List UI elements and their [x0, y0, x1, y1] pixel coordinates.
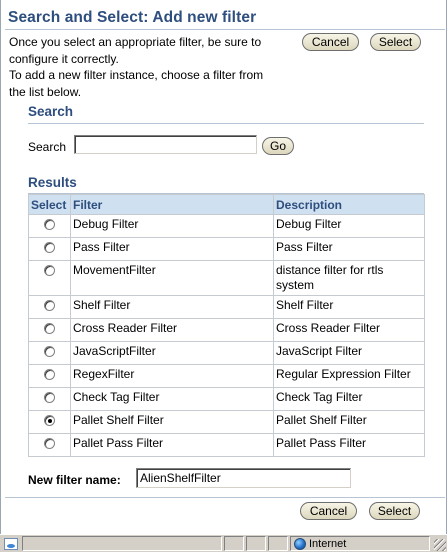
dialog-frame: Search and Select: Add new filter Once y…	[0, 0, 447, 534]
filter-description-cell: distance filter for rtls system	[273, 260, 425, 296]
table-row: RegexFilter Regular Expression Filter	[28, 364, 425, 388]
title-divider	[5, 29, 445, 30]
filter-radio[interactable]	[44, 265, 55, 276]
select-cell	[28, 410, 71, 434]
select-cell	[28, 237, 71, 261]
filter-description-cell: Check Tag Filter	[273, 387, 425, 411]
status-text-cell	[22, 536, 222, 551]
table-row: Debug Filter Debug Filter	[28, 214, 425, 238]
table-header-row: Select Filter Description	[28, 194, 425, 215]
status-bar: Internet	[0, 534, 447, 552]
resize-grip-icon[interactable]	[434, 539, 446, 551]
filter-name-cell: MovementFilter	[70, 260, 274, 296]
bottom-divider	[5, 497, 445, 498]
select-cell	[28, 214, 71, 238]
results-table: Select Filter Description Debug Filter De…	[28, 194, 425, 457]
filter-radio[interactable]	[44, 300, 55, 311]
results-body: Debug Filter Debug Filter Pass Filter Pass …	[28, 214, 425, 457]
table-row: Shelf Filter Shelf Filter	[28, 295, 425, 319]
filter-name-cell: Cross Reader Filter	[70, 318, 274, 342]
filter-radio[interactable]	[44, 392, 55, 403]
status-cell	[246, 536, 266, 551]
filter-name-cell: Check Tag Filter	[70, 387, 274, 411]
filter-description-cell: Pallet Shelf Filter	[273, 410, 425, 434]
column-header-description: Description	[273, 194, 425, 215]
security-zone: Internet	[290, 536, 430, 551]
table-row: MovementFilter distance filter for rtls s…	[28, 260, 425, 296]
status-cell	[224, 536, 244, 551]
select-cell	[28, 341, 71, 365]
select-cell	[28, 318, 71, 342]
results-section-title: Results	[28, 175, 77, 190]
select-cell	[28, 295, 71, 319]
column-header-select: Select	[28, 194, 71, 215]
filter-name-cell: Pass Filter	[70, 237, 274, 261]
table-row: Pallet Pass Filter Pallet Pass Filter	[28, 433, 425, 457]
search-section-divider	[28, 123, 424, 124]
page-title: Search and Select: Add new filter	[8, 9, 257, 26]
filter-description-cell: JavaScript Filter	[273, 341, 425, 365]
new-filter-name-input[interactable]	[136, 468, 351, 488]
select-cell	[28, 387, 71, 411]
filter-description-cell: Regular Expression Filter	[273, 364, 425, 388]
select-button-top[interactable]: Select	[370, 33, 421, 51]
status-cell	[268, 536, 288, 551]
table-row: Check Tag Filter Check Tag Filter	[28, 387, 425, 411]
table-row: Pass Filter Pass Filter	[28, 237, 425, 261]
go-button[interactable]: Go	[262, 137, 294, 155]
filter-name-cell: Shelf Filter	[70, 295, 274, 319]
filter-radio[interactable]	[44, 323, 55, 334]
filter-radio[interactable]	[44, 242, 55, 253]
globe-icon	[294, 537, 306, 550]
cancel-button-top[interactable]: Cancel	[302, 33, 359, 51]
cancel-button-bottom[interactable]: Cancel	[300, 502, 357, 520]
intro-line: configure it correctly.	[9, 51, 119, 66]
intro-line: the list below.	[9, 84, 82, 99]
filter-radio[interactable]	[44, 415, 55, 426]
intro-text: Once you select an appropriate filter, b…	[9, 34, 299, 100]
zone-label: Internet	[309, 537, 347, 550]
search-label: Search	[28, 140, 67, 154]
column-header-filter: Filter	[70, 194, 274, 215]
intro-line: Once you select an appropriate filter, b…	[9, 35, 262, 49]
table-row: Cross Reader Filter Cross Reader Filter	[28, 318, 425, 342]
select-button-bottom[interactable]: Select	[369, 502, 420, 520]
filter-description-cell: Cross Reader Filter	[273, 318, 425, 342]
intro-line: To add a new filter instance, choose a f…	[9, 68, 264, 82]
filter-name-cell: JavaScriptFilter	[70, 341, 274, 365]
search-section-title: Search	[28, 104, 74, 119]
select-cell	[28, 260, 71, 296]
select-cell	[28, 364, 71, 388]
filter-name-cell: Debug Filter	[70, 214, 274, 238]
table-row: Pallet Shelf Filter Pallet Shelf Filter	[28, 410, 425, 434]
table-row: JavaScriptFilter JavaScript Filter	[28, 341, 425, 365]
filter-name-cell: Pallet Shelf Filter	[70, 410, 274, 434]
filter-name-cell: Pallet Pass Filter	[70, 433, 274, 457]
filter-radio[interactable]	[44, 369, 55, 380]
filter-name-cell: RegexFilter	[70, 364, 274, 388]
filter-radio[interactable]	[44, 438, 55, 449]
page-icon	[4, 537, 18, 550]
search-input[interactable]	[74, 135, 257, 154]
filter-description-cell: Shelf Filter	[273, 295, 425, 319]
filter-description-cell: Debug Filter	[273, 214, 425, 238]
filter-radio[interactable]	[44, 346, 55, 357]
filter-description-cell: Pass Filter	[273, 237, 425, 261]
filter-radio[interactable]	[44, 219, 55, 230]
filter-description-cell: Pallet Pass Filter	[273, 433, 425, 457]
select-cell	[28, 433, 71, 457]
new-filter-name-label: New filter name:	[28, 473, 121, 487]
